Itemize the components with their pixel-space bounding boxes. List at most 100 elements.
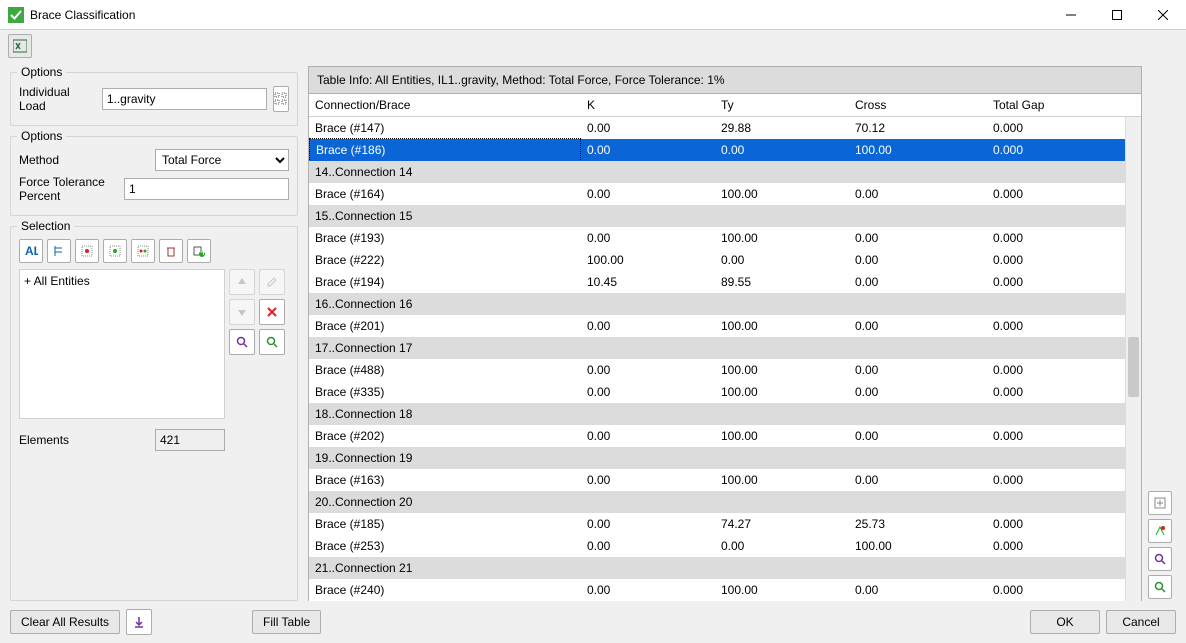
table-row[interactable]: Brace (#193)0.00100.000.000.000: [309, 227, 1125, 249]
pick-load-button[interactable]: [273, 86, 289, 112]
method-select[interactable]: Total Force: [155, 149, 289, 171]
cell-c: 0.00: [715, 249, 849, 271]
edit-item-button[interactable]: [259, 269, 285, 295]
cell-e: [987, 212, 1125, 220]
select-all-button[interactable]: ALL: [19, 239, 43, 263]
group-row[interactable]: 16..Connection 16: [309, 293, 1125, 315]
table-row[interactable]: Brace (#164)0.00100.000.000.000: [309, 183, 1125, 205]
group-row[interactable]: 15..Connection 15: [309, 205, 1125, 227]
cell-d: 0.00: [849, 579, 987, 601]
clear-all-results-button[interactable]: Clear All Results: [10, 610, 120, 634]
cell-b: 0.00: [581, 139, 715, 161]
cell-a: 15..Connection 15: [309, 205, 581, 227]
move-up-button[interactable]: [229, 269, 255, 295]
download-results-button[interactable]: [126, 609, 152, 635]
cell-d: [849, 212, 987, 220]
table-row[interactable]: Brace (#185)0.0074.2725.730.000: [309, 513, 1125, 535]
cell-a: Brace (#253): [309, 535, 581, 557]
cell-c: 100.00: [715, 359, 849, 381]
table-row[interactable]: Brace (#163)0.00100.000.000.000: [309, 469, 1125, 491]
cell-b: 100.00: [581, 249, 715, 271]
scrollbar-thumb[interactable]: [1128, 337, 1139, 397]
cell-e: [987, 454, 1125, 462]
table-row[interactable]: Brace (#253)0.000.00100.000.000: [309, 535, 1125, 557]
table-row[interactable]: Brace (#194)10.4589.550.000.000: [309, 271, 1125, 293]
zoom-dark-button[interactable]: [229, 329, 255, 355]
cell-d: 0.00: [849, 359, 987, 381]
force-tolerance-input[interactable]: [124, 178, 289, 200]
cell-e: [987, 300, 1125, 308]
cell-b: 0.00: [581, 469, 715, 491]
close-button[interactable]: [1140, 0, 1186, 30]
cell-c: [715, 168, 849, 176]
cell-d: [849, 410, 987, 418]
cell-d: [849, 344, 987, 352]
selection-toolbar: ALL +: [19, 239, 289, 263]
cell-d: 70.12: [849, 117, 987, 139]
zoom-green-button[interactable]: [259, 329, 285, 355]
group-row[interactable]: 17..Connection 17: [309, 337, 1125, 359]
cell-d: 100.00: [849, 535, 987, 557]
table-row[interactable]: Brace (#202)0.00100.000.000.000: [309, 425, 1125, 447]
cell-a: 20..Connection 20: [309, 491, 581, 513]
ok-button[interactable]: OK: [1030, 610, 1100, 634]
table-row[interactable]: Brace (#335)0.00100.000.000.000: [309, 381, 1125, 403]
individual-load-input[interactable]: [102, 88, 267, 110]
cell-c: 100.00: [715, 579, 849, 601]
select-green-button[interactable]: [103, 239, 127, 263]
selection-list[interactable]: + All Entities: [19, 269, 225, 419]
cell-b: 0.00: [581, 425, 715, 447]
group-row[interactable]: 18..Connection 18: [309, 403, 1125, 425]
group-row[interactable]: 19..Connection 19: [309, 447, 1125, 469]
cell-b: 10.45: [581, 271, 715, 293]
cell-d: 0.00: [849, 249, 987, 271]
move-down-button[interactable]: [229, 299, 255, 325]
cell-d: [849, 498, 987, 506]
options-method-group: Options Method Total Force Force Toleran…: [10, 136, 298, 216]
add-selection-button[interactable]: +: [187, 239, 211, 263]
table-row[interactable]: Brace (#222)100.000.000.000.000: [309, 249, 1125, 271]
table-row[interactable]: Brace (#240)0.00100.000.000.000: [309, 579, 1125, 601]
cell-a: Brace (#186): [309, 138, 581, 162]
group-row[interactable]: 14..Connection 14: [309, 161, 1125, 183]
results-table: Table Info: All Entities, IL1..gravity, …: [308, 66, 1142, 601]
zoom-table-green-button[interactable]: [1148, 575, 1172, 599]
col-totalgap[interactable]: Total Gap: [987, 94, 1141, 116]
table-row[interactable]: Brace (#201)0.00100.000.000.000: [309, 315, 1125, 337]
selection-item-all[interactable]: + All Entities: [24, 274, 220, 288]
cancel-button[interactable]: Cancel: [1106, 610, 1176, 634]
cell-d: 0.00: [849, 271, 987, 293]
table-row[interactable]: Brace (#186)0.000.00100.000.000: [309, 139, 1125, 161]
select-hierarchy-button[interactable]: [47, 239, 71, 263]
col-ty[interactable]: Ty: [715, 94, 849, 116]
vertical-scrollbar[interactable]: [1125, 117, 1141, 601]
group-row[interactable]: 20..Connection 20: [309, 491, 1125, 513]
col-k[interactable]: K: [581, 94, 715, 116]
select-red-button[interactable]: [75, 239, 99, 263]
table-body[interactable]: Brace (#147)0.0029.8870.120.000Brace (#1…: [309, 117, 1125, 601]
maximize-button[interactable]: [1094, 0, 1140, 30]
select-multi-button[interactable]: [131, 239, 155, 263]
table-row[interactable]: Brace (#488)0.00100.000.000.000: [309, 359, 1125, 381]
expand-button[interactable]: [1148, 491, 1172, 515]
minimize-button[interactable]: [1048, 0, 1094, 30]
elements-count: 421: [155, 429, 225, 451]
table-side-buttons: [1148, 66, 1176, 601]
remove-item-button[interactable]: [259, 299, 285, 325]
export-excel-button[interactable]: [8, 34, 32, 58]
col-connection[interactable]: Connection/Brace: [309, 94, 581, 116]
cell-c: [715, 410, 849, 418]
cell-e: 0.000: [987, 425, 1125, 447]
zoom-table-dark-button[interactable]: [1148, 547, 1172, 571]
table-row[interactable]: Brace (#147)0.0029.8870.120.000: [309, 117, 1125, 139]
cell-d: 0.00: [849, 469, 987, 491]
highlight-button[interactable]: [1148, 519, 1172, 543]
col-cross[interactable]: Cross: [849, 94, 987, 116]
delete-selection-button[interactable]: [159, 239, 183, 263]
cell-b: [581, 410, 715, 418]
group-row[interactable]: 21..Connection 21: [309, 557, 1125, 579]
fill-table-button[interactable]: Fill Table: [252, 610, 321, 634]
cell-e: 0.000: [987, 271, 1125, 293]
cell-a: 21..Connection 21: [309, 557, 581, 579]
cell-d: 0.00: [849, 315, 987, 337]
